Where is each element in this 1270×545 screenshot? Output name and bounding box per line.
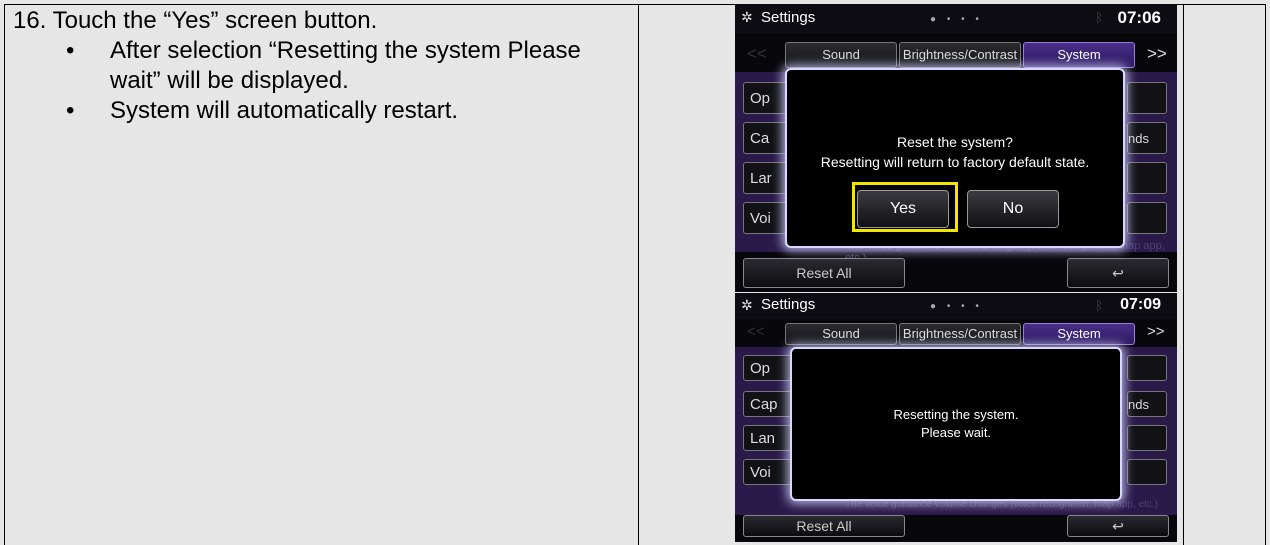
reset-all-button[interactable]: Reset All (743, 515, 905, 537)
yes-highlight-box (852, 182, 958, 232)
settings-item-right[interactable] (1127, 82, 1167, 114)
settings-item-right[interactable] (1127, 459, 1167, 485)
bullet-icon: • (66, 37, 75, 64)
screen-title: Settings (761, 296, 816, 313)
gear-icon: ✲ (741, 9, 753, 25)
tab-sound[interactable]: Sound (785, 42, 897, 68)
screenshot-resetting: ✲ Settings ● • • • ᛒ 07:09 << Sound Brig… (735, 293, 1177, 542)
settings-item-right[interactable]: nds (1127, 122, 1167, 154)
gear-icon: ✲ (741, 297, 753, 313)
screenshot-reset-confirm: ✲ Settings ● • • • ᛒ 07:06 << Sound Brig… (735, 4, 1177, 292)
bullet-item: • System will automatically restart. (66, 97, 459, 124)
bluetooth-icon: ᛒ (1095, 298, 1103, 313)
dialog-status: Resetting the system. (893, 407, 1019, 422)
back-button[interactable]: ↩ (1067, 515, 1169, 537)
tab-system[interactable]: System (1023, 323, 1135, 345)
settings-item-right[interactable] (1127, 425, 1167, 451)
step-text: 16. Touch the “Yes” screen button. (13, 7, 378, 34)
settings-item-right[interactable] (1127, 202, 1167, 234)
back-icon: ↩ (1112, 518, 1124, 534)
tab-brightness-contrast[interactable]: Brightness/Contrast (899, 42, 1021, 68)
instruction-cell: 16. Touch the “Yes” screen button. • Afte… (13, 6, 633, 126)
back-button[interactable]: ↩ (1067, 258, 1169, 288)
settings-item-right[interactable] (1127, 355, 1167, 381)
screen-title: Settings (761, 9, 816, 26)
tab-system[interactable]: System (1023, 42, 1135, 68)
page-dots-icon: ● • • • (930, 301, 983, 312)
dialog-message: Resetting will return to factory default… (820, 154, 1090, 170)
nav-right-arrow-icon[interactable]: >> (1147, 44, 1167, 64)
nav-left-arrow-icon[interactable]: << (747, 323, 765, 340)
bullet-list: • After selection “Resetting the system P… (13, 36, 633, 126)
settings-item-right[interactable] (1127, 162, 1167, 194)
reset-all-button[interactable]: Reset All (743, 258, 905, 288)
nav-right-arrow-icon[interactable]: >> (1147, 323, 1165, 340)
back-icon: ↩ (1112, 265, 1124, 281)
bluetooth-icon: ᛒ (1095, 10, 1103, 25)
bullet-icon: • (66, 97, 75, 124)
dialog-wait: Please wait. (920, 425, 992, 440)
bullet-item: • After selection “Resetting the system P… (66, 37, 581, 94)
tab-bar: << Sound Brightness/Contrast System >> (735, 323, 1177, 345)
screen-header: ✲ Settings ● • • • ᛒ 07:09 (735, 293, 1177, 319)
clock: 07:06 (1117, 8, 1161, 27)
no-button[interactable]: No (967, 190, 1059, 228)
tab-sound[interactable]: Sound (785, 323, 897, 345)
column-divider (638, 5, 639, 545)
screen-header: ✲ Settings ● • • • ᛒ 07:06 (735, 4, 1177, 34)
page-dots-icon: ● • • • (930, 14, 983, 25)
settings-item-right[interactable]: nds (1127, 391, 1167, 417)
clock: 07:09 (1120, 296, 1161, 313)
nav-left-arrow-icon[interactable]: << (747, 44, 767, 64)
resetting-dialog: Resetting the system. Please wait. (790, 347, 1122, 501)
dialog-question: Reset the system? (897, 134, 1013, 150)
column-divider (1183, 5, 1184, 545)
tab-brightness-contrast[interactable]: Brightness/Contrast (899, 323, 1021, 345)
